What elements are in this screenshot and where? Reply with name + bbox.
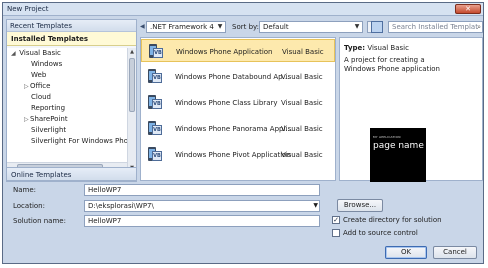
dialog-title: New Project (7, 5, 49, 13)
preview-page-title: page name (373, 141, 424, 151)
tree-vertical-scrollbar[interactable]: ▲ ▼ (127, 48, 136, 172)
list-view-button[interactable] (371, 21, 383, 33)
tree-item-visual-basic[interactable]: ◢ Visual Basic (7, 48, 128, 59)
collapse-triangle-icon[interactable]: ◢ (11, 48, 17, 59)
ok-button[interactable]: OK (385, 246, 427, 259)
template-toolbar: ◀ .NET Framework 4 ▼ Sort by: Default ▼ … (140, 21, 483, 35)
scroll-up-icon[interactable]: ▲ (128, 48, 136, 56)
close-icon: ✕ (465, 5, 471, 13)
template-language: Visual Basic (281, 125, 323, 133)
vb-phone-template-icon: VB (149, 44, 163, 59)
template-description: A project for creating a Windows Phone a… (344, 56, 440, 73)
vb-class-library-icon: VB (148, 95, 162, 110)
template-tree: ◢ Visual Basic Windows Web ▷Office Cloud… (7, 48, 128, 172)
template-name: Windows Phone Pivot Application (175, 151, 291, 159)
vb-phone-template-icon: VB (148, 121, 162, 136)
preview-app-title: MY APPLICATION (373, 135, 401, 139)
create-directory-checkbox[interactable]: ✓ (332, 216, 340, 224)
template-language: Visual Basic (281, 99, 323, 107)
template-item[interactable]: VB Windows Phone Pivot Application Visua… (141, 143, 335, 166)
template-type: Type: Visual Basic (344, 44, 409, 52)
tree-item-silverlight-wp[interactable]: Silverlight For Windows Phone (7, 136, 128, 147)
source-control-checkbox[interactable] (332, 229, 340, 237)
title-bar: New Project ✕ (3, 3, 483, 16)
create-directory-label[interactable]: Create directory for solution (343, 216, 442, 224)
sort-by-label: Sort by: (232, 23, 260, 31)
chevron-down-icon[interactable]: ▼ (313, 201, 318, 211)
solution-name-label: Solution name: (13, 217, 66, 225)
tree-item-office[interactable]: ▷Office (7, 81, 128, 92)
location-input[interactable]: D:\eksplorasi\WP7\ ▼ (84, 200, 320, 212)
template-name: Windows Phone Panorama Appl... (175, 125, 293, 133)
browse-button[interactable]: Browse... (337, 199, 383, 212)
tree-item-windows[interactable]: Windows (7, 59, 128, 70)
template-preview-image: MY APPLICATION page name (370, 128, 426, 182)
search-templates-input[interactable]: Search Installed Templat ⌕ (388, 21, 483, 33)
recent-templates-header[interactable]: Recent Templates (7, 20, 136, 32)
installed-templates-header[interactable]: Installed Templates (7, 32, 136, 46)
tree-item-reporting[interactable]: Reporting (7, 103, 128, 114)
project-name-input[interactable]: HelloWP7 (84, 184, 320, 196)
template-language: Visual Basic (281, 151, 323, 159)
template-item[interactable]: VB Windows Phone Class Library Visual Ba… (141, 91, 335, 114)
chevron-down-icon: ▼ (217, 23, 223, 30)
template-item[interactable]: VB Windows Phone Application Visual Basi… (141, 39, 335, 62)
tree-item-cloud[interactable]: Cloud (7, 92, 128, 103)
search-icon[interactable]: ⌕ (477, 22, 481, 32)
vb-phone-template-icon: VB (148, 147, 162, 162)
solution-name-input[interactable]: HelloWP7 (84, 215, 320, 227)
chevron-down-icon: ▼ (354, 23, 360, 30)
sort-select[interactable]: Default ▼ (259, 21, 363, 33)
template-description-pane: Type: Visual Basic A project for creatin… (339, 37, 483, 182)
template-name: Windows Phone Class Library (175, 99, 278, 107)
template-item[interactable]: VB Windows Phone Databound Ap... Visual … (141, 65, 335, 88)
new-project-dialog: New Project ✕ Recent Templates Installed… (2, 2, 484, 264)
template-name: Windows Phone Application (176, 48, 273, 56)
location-label: Location: (13, 202, 45, 210)
close-button[interactable]: ✕ (455, 4, 481, 14)
vb-phone-template-icon: VB (148, 69, 162, 84)
online-templates-header[interactable]: Online Templates (6, 167, 137, 181)
template-item[interactable]: VB Windows Phone Panorama Appl... Visual… (141, 117, 335, 140)
tree-item-silverlight[interactable]: Silverlight (7, 125, 128, 136)
template-list: VB Windows Phone Application Visual Basi… (140, 37, 336, 181)
tree-item-web[interactable]: Web (7, 70, 128, 81)
template-language: Visual Basic (282, 48, 324, 56)
cancel-button[interactable]: Cancel (433, 246, 477, 259)
name-label: Name: (13, 186, 37, 194)
template-name: Windows Phone Databound Ap... (175, 73, 290, 81)
scroll-thumb[interactable] (129, 58, 135, 112)
tree-item-sharepoint[interactable]: ▷SharePoint (7, 114, 128, 125)
template-categories-pane: Recent Templates Installed Templates ◢ V… (6, 19, 137, 182)
framework-select[interactable]: .NET Framework 4 ▼ (146, 21, 226, 33)
source-control-label[interactable]: Add to source control (343, 229, 418, 237)
template-language: Visual Basic (281, 73, 323, 81)
